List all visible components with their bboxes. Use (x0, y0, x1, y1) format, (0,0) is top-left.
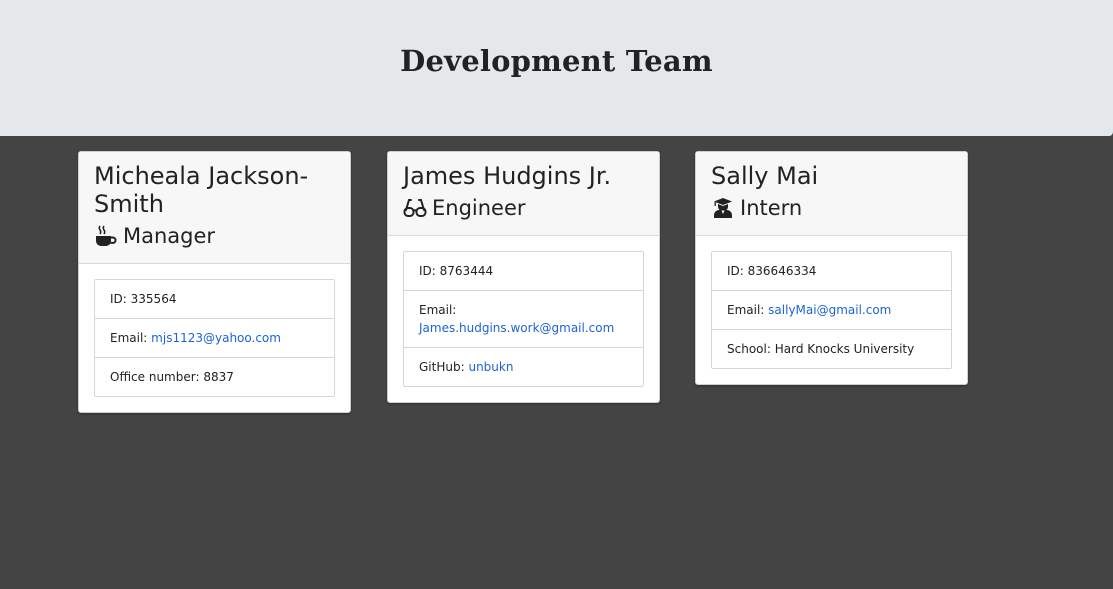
details-list: ID: 836646334 Email: sallyMai@gmail.com … (711, 251, 952, 369)
list-item-id: ID: 8763444 (404, 252, 643, 291)
id-label: ID: (419, 264, 436, 278)
employee-role: Intern (711, 194, 952, 222)
role-label: Intern (740, 196, 803, 220)
card-body: ID: 8763444 Email: James.hudgins.work@gm… (388, 236, 659, 402)
email-label: Email: (110, 331, 148, 345)
list-item-email: Email: James.hudgins.work@gmail.com (404, 291, 643, 348)
details-list: ID: 335564 Email: mjs1123@yahoo.com Offi… (94, 279, 335, 397)
list-item-github: GitHub: unbukn (404, 348, 643, 386)
graduate-icon (711, 196, 735, 220)
employee-card-intern: Sally Mai Intern ID: 836646334 Email: sa… (695, 151, 968, 385)
employee-name: Micheala Jackson-Smith (94, 162, 309, 218)
id-label: ID: (727, 264, 744, 278)
list-item-email: Email: sallyMai@gmail.com (712, 291, 951, 330)
card-header: James Hudgins Jr. Engineer (388, 152, 659, 236)
list-item-office: Office number: 8837 (95, 358, 334, 396)
list-item-school: School: Hard Knocks University (712, 330, 951, 368)
card-body: ID: 836646334 Email: sallyMai@gmail.com … (696, 236, 967, 384)
role-label: Engineer (432, 196, 526, 220)
email-link[interactable]: James.hudgins.work@gmail.com (419, 321, 614, 335)
card-header: Micheala Jackson-Smith Manager (79, 152, 350, 264)
email-label: Email: (727, 303, 765, 317)
email-link[interactable]: mjs1123@yahoo.com (151, 331, 281, 345)
employee-name: Sally Mai (711, 162, 819, 190)
school-label: School: (727, 342, 771, 356)
email-label: Email: (419, 303, 457, 317)
page-header: Development Team (0, 0, 1113, 136)
page-title: Development Team (400, 44, 713, 78)
id-value: 836646334 (747, 264, 817, 278)
github-label: GitHub: (419, 360, 465, 374)
employee-role: Manager (94, 222, 335, 250)
id-value: 8763444 (439, 264, 494, 278)
id-label: ID: (110, 292, 127, 306)
list-item-id: ID: 335564 (95, 280, 334, 319)
school-value: Hard Knocks University (774, 342, 915, 356)
office-value: 8837 (203, 370, 234, 384)
card-header: Sally Mai Intern (696, 152, 967, 236)
employee-name: James Hudgins Jr. (403, 162, 612, 190)
employee-card-engineer: James Hudgins Jr. Engineer ID: 8763444 E… (387, 151, 660, 403)
role-label: Manager (123, 224, 216, 248)
glasses-icon (403, 196, 427, 220)
github-link[interactable]: unbukn (468, 360, 513, 374)
office-label: Office number: (110, 370, 200, 384)
coffee-mug-icon (94, 224, 118, 248)
id-value: 335564 (130, 292, 177, 306)
card-body: ID: 335564 Email: mjs1123@yahoo.com Offi… (79, 264, 350, 412)
list-item-email: Email: mjs1123@yahoo.com (95, 319, 334, 358)
email-link[interactable]: sallyMai@gmail.com (768, 303, 891, 317)
list-item-id: ID: 836646334 (712, 252, 951, 291)
employee-role: Engineer (403, 194, 644, 222)
employee-card-manager: Micheala Jackson-Smith Manager ID: 33556… (78, 151, 351, 413)
details-list: ID: 8763444 Email: James.hudgins.work@gm… (403, 251, 644, 387)
